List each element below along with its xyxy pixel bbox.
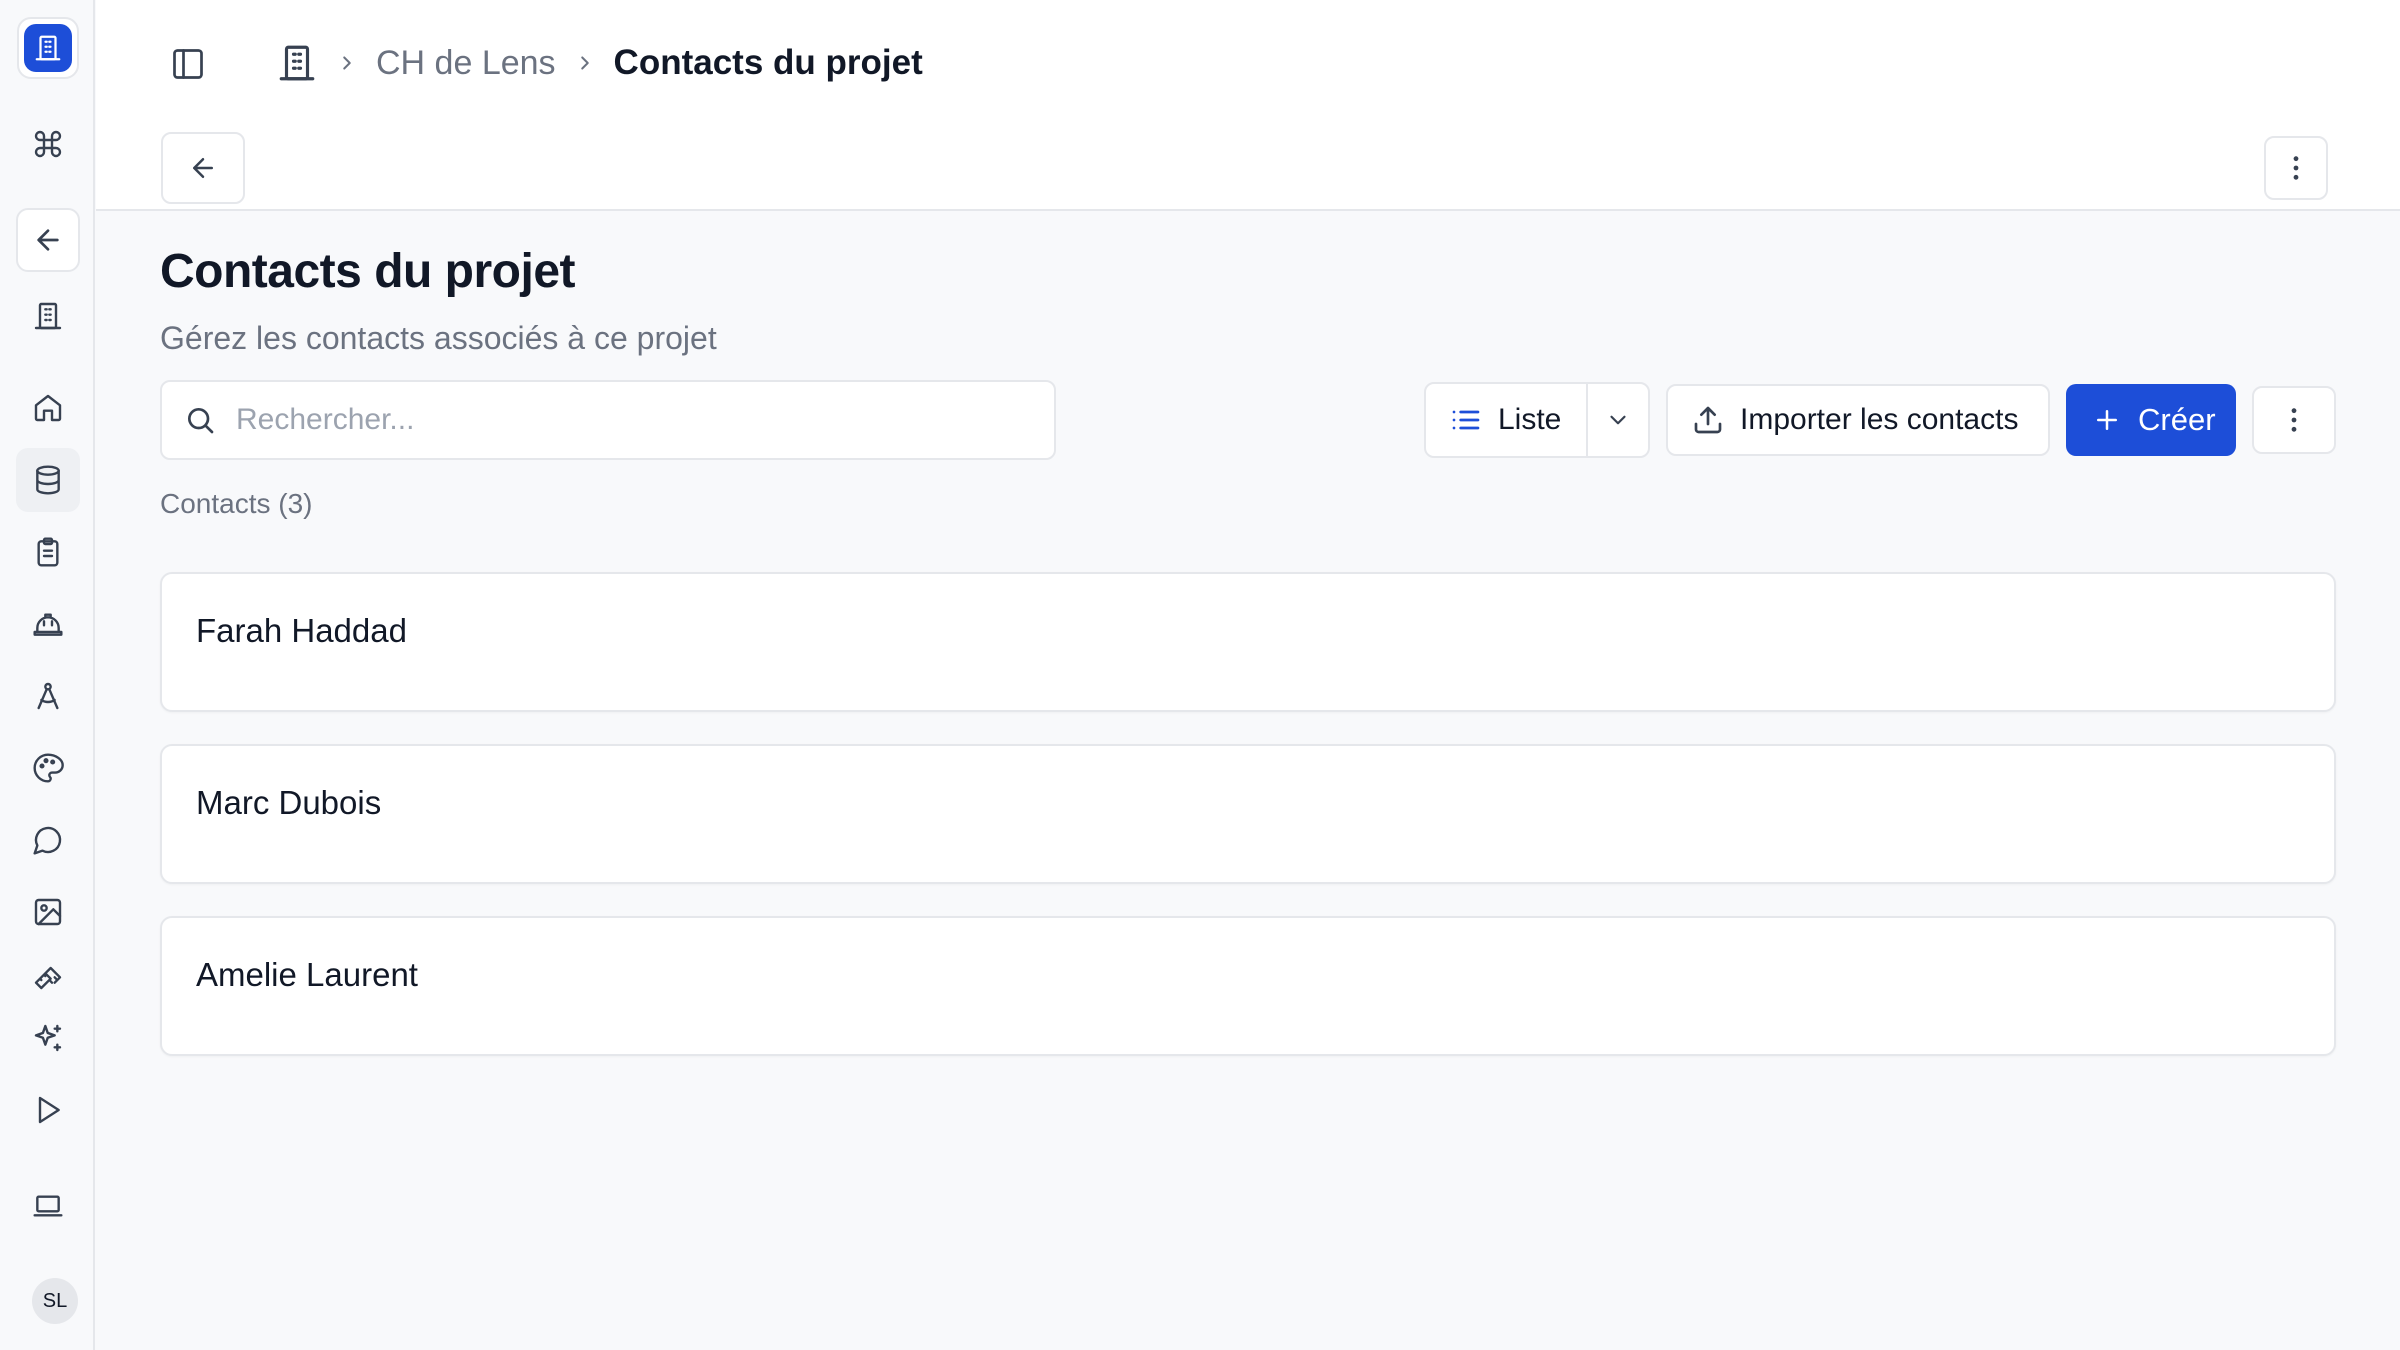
breadcrumb-current: Contacts du projet — [613, 43, 923, 82]
building-logo-icon — [24, 24, 72, 72]
clipboard-icon — [37, 537, 59, 567]
play-icon — [38, 1096, 60, 1124]
sidebar-item-database[interactable] — [16, 448, 80, 512]
search-icon — [188, 408, 214, 434]
building-icon[interactable] — [276, 42, 318, 84]
upload-icon — [1694, 406, 1722, 434]
sidebar-item-ruler[interactable] — [16, 948, 80, 1012]
page-subtitle: Gérez les contacts associés à ce projet — [160, 320, 717, 356]
building-icon — [34, 302, 62, 330]
sidebar-item-clipboard[interactable] — [16, 520, 80, 584]
sidebar-item-ai[interactable] — [16, 1006, 80, 1070]
contact-name: Farah Haddad — [196, 612, 407, 649]
search-box — [160, 380, 1056, 460]
command-icon[interactable] — [16, 112, 80, 176]
page-header: CH de Lens Contacts du projet — [96, 0, 2400, 211]
contact-card[interactable]: Amelie Laurent — [160, 916, 2336, 1056]
arrow-left-icon — [193, 158, 213, 178]
palette-icon — [33, 753, 64, 783]
sidebar-back-button[interactable] — [16, 208, 80, 272]
avatar[interactable]: SL — [32, 1278, 78, 1324]
laptop-icon — [33, 1195, 63, 1217]
import-contacts-button[interactable]: Importer les contacts — [1666, 384, 2050, 456]
sidebar-toggle-button[interactable] — [158, 36, 218, 92]
contact-name: Marc Dubois — [196, 784, 382, 821]
home-icon — [34, 394, 62, 422]
create-button[interactable]: Créer — [2066, 384, 2236, 456]
breadcrumb: CH de Lens Contacts du projet — [276, 38, 923, 88]
compass-icon — [37, 682, 59, 710]
view-label: Liste — [1498, 403, 1562, 436]
ruler-icon — [34, 966, 62, 990]
contacts-count: Contacts (3) — [160, 488, 313, 519]
chevron-right-icon — [343, 56, 351, 70]
more-vertical-icon — [2291, 408, 2297, 432]
sidebar-item-images[interactable] — [16, 880, 80, 944]
sidebar-item-hard-hat[interactable] — [16, 592, 80, 656]
panel-left-icon — [173, 49, 203, 79]
chevron-right-icon — [580, 56, 589, 70]
message-circle-icon — [33, 826, 62, 855]
sidebar-item-project[interactable] — [16, 284, 80, 348]
contact-card[interactable]: Farah Haddad — [160, 572, 2336, 712]
page-title: Contacts du projet — [160, 245, 576, 298]
view-list-button[interactable]: Liste — [1426, 384, 1588, 456]
search-input[interactable] — [236, 403, 1016, 437]
view-selector: Liste — [1424, 382, 1650, 458]
more-vertical-icon — [2293, 156, 2299, 180]
app-logo[interactable] — [17, 17, 79, 79]
sidebar-item-home[interactable] — [16, 376, 80, 440]
arrow-left-icon — [37, 229, 59, 251]
database-icon — [36, 465, 60, 495]
sidebar: SL — [0, 0, 95, 1350]
back-button[interactable] — [161, 132, 245, 204]
image-icon — [34, 898, 62, 926]
sidebar-item-palette[interactable] — [16, 736, 80, 800]
breadcrumb-project-link[interactable]: CH de Lens — [376, 44, 556, 83]
plus-icon — [2097, 410, 2117, 430]
sidebar-item-messages[interactable] — [16, 808, 80, 872]
import-label: Importer les contacts — [1740, 403, 2019, 436]
sidebar-item-compass[interactable] — [16, 664, 80, 728]
sidebar-item-device[interactable] — [16, 1174, 80, 1238]
create-label: Créer — [2138, 402, 2216, 437]
header-more-button[interactable] — [2264, 136, 2328, 200]
contact-name: Amelie Laurent — [196, 956, 418, 993]
hard-hat-icon — [33, 613, 63, 636]
chevron-down-icon — [1610, 415, 1626, 425]
list-icon — [1452, 410, 1480, 430]
contact-card[interactable]: Marc Dubois — [160, 744, 2336, 884]
sidebar-item-play[interactable] — [16, 1078, 80, 1142]
toolbar-more-button[interactable] — [2252, 386, 2336, 454]
sparkles-icon — [34, 1024, 62, 1052]
view-dropdown-button[interactable] — [1588, 384, 1648, 456]
